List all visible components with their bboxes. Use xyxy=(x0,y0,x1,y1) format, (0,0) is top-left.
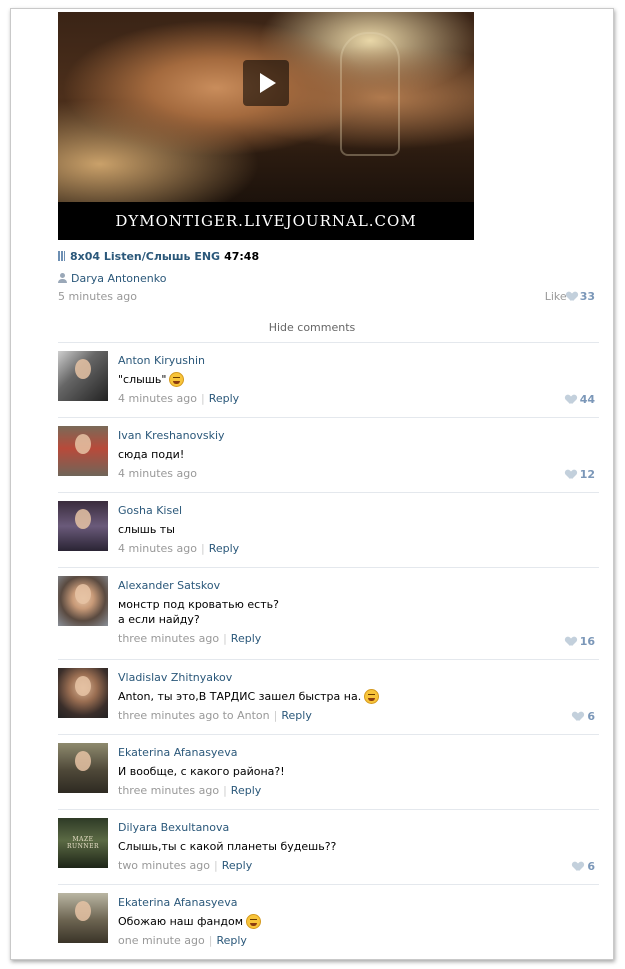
heart-icon xyxy=(573,862,583,871)
comment-text: Обожаю наш фандом xyxy=(118,914,599,929)
heart-icon xyxy=(566,395,576,404)
comment-text: Слышь,ты с какой планеты будешь?? xyxy=(118,840,337,853)
comment-time[interactable]: one minute ago xyxy=(118,934,205,947)
avatar[interactable] xyxy=(58,893,108,943)
heart-icon xyxy=(573,712,583,721)
comment-time[interactable]: 4 minutes ago xyxy=(118,467,197,480)
avatar[interactable] xyxy=(58,351,108,401)
reply-link[interactable]: Reply xyxy=(216,934,246,947)
like-label: Like xyxy=(544,290,567,303)
comment-text: И вообще, с какого района?! xyxy=(118,765,285,778)
post-like-button[interactable]: Like 33 xyxy=(545,290,595,303)
comment: MAZE RUNNER Dilyara Bexultanova Слышь,ты… xyxy=(58,810,599,885)
comment-author[interactable]: Alexander Satskov xyxy=(118,579,599,593)
avatar[interactable] xyxy=(58,668,108,718)
comment: Ekaterina Afanasyeva Обожаю наш фандом o… xyxy=(58,885,599,955)
heart-icon xyxy=(566,637,576,646)
comment-like-button[interactable]: 6 xyxy=(573,860,595,873)
like-count: 33 xyxy=(579,290,595,303)
comment-author[interactable]: Anton Kiryushin xyxy=(118,354,599,368)
video-watermark: DYMONTIGER.LIVEJOURNAL.COM xyxy=(58,202,474,240)
comment: Ivan Kreshanovskiy сюда поди! 4 minutes … xyxy=(58,418,599,493)
comment-text: монстр под кроватью есть? а если найду? xyxy=(118,598,279,626)
reply-link[interactable]: Reply xyxy=(281,709,311,722)
hide-comments-link[interactable]: Hide comments xyxy=(11,321,613,334)
like-count: 16 xyxy=(579,635,595,648)
avatar[interactable] xyxy=(58,501,108,551)
heart-icon xyxy=(567,292,577,301)
reply-link[interactable]: Reply xyxy=(209,392,239,405)
grin-emoji-icon xyxy=(246,914,262,929)
comment-author[interactable]: Ekaterina Afanasyeva xyxy=(118,896,599,910)
comment-text: слышь ты xyxy=(118,523,175,536)
comment-author[interactable]: Gosha Kisel xyxy=(118,504,599,518)
person-icon xyxy=(58,273,67,283)
like-count: 6 xyxy=(587,710,595,723)
avatar[interactable] xyxy=(58,743,108,793)
audio-icon xyxy=(58,251,65,261)
reply-link[interactable]: Reply xyxy=(231,784,261,797)
comment: Gosha Kisel слышь ты 4 minutes ago | Reply xyxy=(58,493,599,568)
comment-author[interactable]: Ekaterina Afanasyeva xyxy=(118,746,599,760)
reply-link[interactable]: Reply xyxy=(222,859,252,872)
comment-time[interactable]: 4 minutes ago xyxy=(118,542,197,555)
comment-text: Anton, ты это,В ТАРДИС зашел быстра на. xyxy=(118,689,599,704)
comment-like-button[interactable]: 12 xyxy=(566,468,595,481)
comment: Vladislav Zhitnyakov Anton, ты это,В ТАР… xyxy=(58,660,599,735)
laugh-emoji-icon xyxy=(364,689,380,704)
reply-link[interactable]: Reply xyxy=(209,542,239,555)
comment: Ekaterina Afanasyeva И вообще, с какого … xyxy=(58,735,599,810)
comment-list: Anton Kiryushin "слышь" 4 minutes ago | Re… xyxy=(58,342,599,955)
avatar[interactable]: MAZE RUNNER xyxy=(58,818,108,868)
comment-time[interactable]: three minutes ago xyxy=(118,709,219,722)
author-name[interactable]: Darya Antonenko xyxy=(71,272,166,285)
grin-emoji-icon xyxy=(169,372,185,387)
reply-link[interactable]: Reply xyxy=(231,632,261,645)
post-author[interactable]: Darya Antonenko xyxy=(58,272,166,285)
comment-text: "слышь" xyxy=(118,372,599,387)
comment-time[interactable]: 4 minutes ago xyxy=(118,392,197,405)
comment-text: сюда поди! xyxy=(118,448,185,461)
comment-time[interactable]: two minutes ago xyxy=(118,859,210,872)
audio-duration: 47:48 xyxy=(224,250,260,263)
audio-title[interactable]: 8x04 Listen/Слышь ENG xyxy=(70,250,220,263)
post-timestamp[interactable]: 5 minutes ago xyxy=(58,290,137,303)
comment-like-button[interactable]: 44 xyxy=(566,393,595,406)
like-count: 6 xyxy=(587,860,595,873)
post-frame: DYMONTIGER.LIVEJOURNAL.COM 8x04 Listen/С… xyxy=(10,8,614,960)
avatar[interactable] xyxy=(58,426,108,476)
comment-time[interactable]: three minutes ago xyxy=(118,784,219,797)
comment-author[interactable]: Dilyara Bexultanova xyxy=(118,821,599,835)
comment-time[interactable]: three minutes ago xyxy=(118,632,219,645)
comment-like-button[interactable]: 6 xyxy=(573,710,595,723)
heart-icon xyxy=(566,470,576,479)
like-count: 44 xyxy=(579,393,595,406)
comment: Anton Kiryushin "слышь" 4 minutes ago | Re… xyxy=(58,343,599,418)
audio-track[interactable]: 8x04 Listen/Слышь ENG 47:48 xyxy=(58,250,259,263)
comment-like-button[interactable]: 16 xyxy=(566,635,595,648)
video-thumbnail xyxy=(58,12,474,202)
reply-target[interactable]: to Anton xyxy=(223,709,270,722)
comment-author[interactable]: Ivan Kreshanovskiy xyxy=(118,429,599,443)
video-player[interactable]: DYMONTIGER.LIVEJOURNAL.COM xyxy=(58,12,474,240)
wine-glass-decoration xyxy=(340,32,400,156)
comment-author[interactable]: Vladislav Zhitnyakov xyxy=(118,671,599,685)
comment: Alexander Satskov монстр под кроватью ес… xyxy=(58,568,599,660)
avatar-caption: MAZE RUNNER xyxy=(67,836,99,850)
like-count: 12 xyxy=(579,468,595,481)
avatar[interactable] xyxy=(58,576,108,626)
play-icon[interactable] xyxy=(243,60,289,106)
